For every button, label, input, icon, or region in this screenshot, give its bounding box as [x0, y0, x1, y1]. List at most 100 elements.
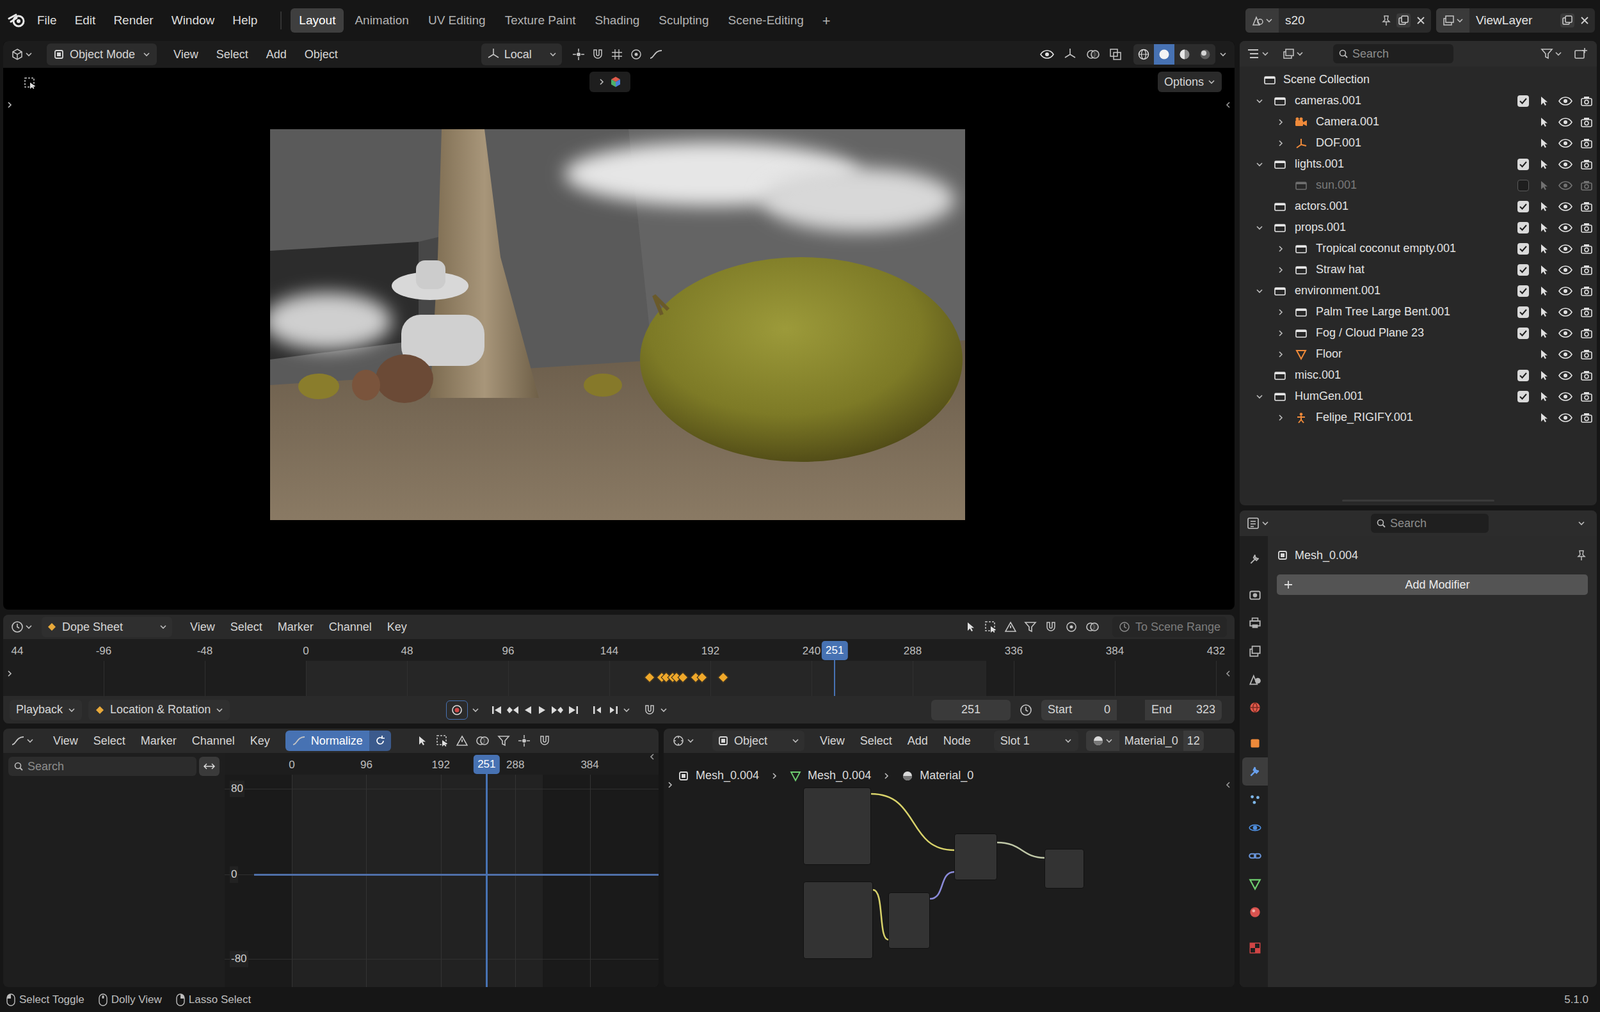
- scene-selector[interactable]: s20: [1245, 8, 1432, 33]
- menu-item[interactable]: View: [45, 730, 86, 753]
- pin-icon[interactable]: [1381, 14, 1392, 27]
- visibility-icon[interactable]: [1554, 180, 1576, 191]
- filter-icon[interactable]: [497, 734, 511, 748]
- data-tab-icon[interactable]: [1242, 870, 1268, 899]
- renderable-icon[interactable]: [1575, 369, 1597, 382]
- graph-area[interactable]: 096192288384800-80251: [224, 753, 659, 988]
- outliner-row[interactable]: Floor: [1239, 343, 1597, 365]
- menu-item[interactable]: View: [182, 616, 223, 639]
- mode-dropdown[interactable]: Object Mode: [46, 43, 157, 66]
- menu-item[interactable]: Marker: [133, 730, 185, 753]
- expand-arrow-icon[interactable]: [1248, 160, 1271, 169]
- outliner-search[interactable]: [1333, 44, 1454, 64]
- exclude-checkbox[interactable]: [1517, 285, 1529, 297]
- exclude-checkbox[interactable]: [1517, 327, 1529, 340]
- mesh-data-icon[interactable]: [789, 770, 802, 783]
- search-field[interactable]: [1390, 515, 1484, 533]
- selectable-icon[interactable]: [1533, 222, 1555, 234]
- box-select-icon[interactable]: [435, 734, 449, 748]
- outliner-row[interactable]: Felipe_RIGIFY.001: [1239, 407, 1597, 429]
- shader-node[interactable]: [954, 833, 998, 881]
- expand-arrow-icon[interactable]: [1248, 224, 1271, 232]
- menu-item[interactable]: Key: [379, 616, 415, 639]
- viewport-canvas[interactable]: Options: [3, 67, 1235, 610]
- selectable-icon[interactable]: [1533, 200, 1555, 213]
- separator-chevron-icon[interactable]: [882, 772, 891, 781]
- outliner-row[interactable]: props.001: [1239, 216, 1597, 239]
- visibility-icon[interactable]: [1554, 96, 1576, 107]
- selectable-icon[interactable]: [1533, 391, 1555, 403]
- visibility-icon[interactable]: [1554, 349, 1576, 360]
- shader-node[interactable]: [803, 787, 872, 866]
- visibility-icon[interactable]: [1554, 264, 1576, 276]
- editor-type-icon[interactable]: [1246, 47, 1282, 61]
- menu-item[interactable]: View: [164, 43, 208, 66]
- properties-search[interactable]: [1370, 513, 1489, 534]
- view-layer-selector[interactable]: ViewLayer: [1436, 8, 1595, 33]
- renderable-icon[interactable]: [1575, 264, 1597, 276]
- visibility-icon[interactable]: [1554, 117, 1576, 128]
- selectable-icon[interactable]: [1533, 327, 1555, 340]
- expand-arrow-icon[interactable]: [1269, 139, 1292, 148]
- output-tab-icon[interactable]: [1242, 609, 1268, 638]
- shader-node[interactable]: [1044, 849, 1085, 889]
- visibility-icon[interactable]: [1554, 138, 1576, 149]
- jump-forward-icon[interactable]: [607, 705, 619, 716]
- start-frame-field[interactable]: Start 0: [1041, 700, 1117, 721]
- menu-item[interactable]: Marker: [270, 616, 322, 639]
- selectable-icon[interactable]: [1533, 306, 1555, 319]
- exclude-checkbox[interactable]: [1517, 264, 1529, 276]
- exclude-checkbox[interactable]: [1517, 95, 1529, 107]
- menu-item[interactable]: File: [28, 7, 66, 34]
- outliner-row[interactable]: Palm Tree Large Bent.001: [1239, 301, 1597, 323]
- expand-arrow-icon[interactable]: [1248, 287, 1271, 296]
- blender-logo-icon[interactable]: [5, 8, 29, 32]
- renderable-icon[interactable]: [1575, 158, 1597, 171]
- visibility-icon[interactable]: [1554, 328, 1576, 339]
- warning-icon[interactable]: [1004, 621, 1017, 633]
- renderable-icon[interactable]: [1575, 327, 1597, 340]
- orientation-dropdown[interactable]: Local: [481, 43, 562, 66]
- outliner-row[interactable]: HumGen.001: [1239, 385, 1597, 408]
- snap-icon[interactable]: [538, 734, 552, 748]
- breadcrumb-item[interactable]: Mesh_0.004: [695, 767, 760, 785]
- pivot-icon[interactable]: [517, 734, 531, 748]
- selectable-icon[interactable]: [1533, 243, 1555, 255]
- menu-item[interactable]: Select: [222, 616, 271, 639]
- menu-item[interactable]: Window: [162, 7, 224, 34]
- editor-type-icon[interactable]: [10, 620, 42, 634]
- scene-collection-icon[interactable]: [1258, 74, 1281, 86]
- outliner-row[interactable]: DOF.001: [1239, 132, 1597, 154]
- mode-dropdown[interactable]: Dope Sheet: [41, 616, 173, 638]
- outliner-row[interactable]: environment.001: [1239, 280, 1597, 302]
- filter-icon[interactable]: [1540, 47, 1563, 61]
- keying-set-dropdown[interactable]: Location & Rotation: [88, 700, 230, 721]
- shader-type-dropdown[interactable]: Object: [712, 730, 805, 752]
- sidebar-toggle-icon[interactable]: [1224, 670, 1232, 678]
- renderable-icon[interactable]: [1575, 412, 1597, 424]
- channels-toggle-icon[interactable]: [5, 670, 14, 678]
- menu-item[interactable]: Key: [242, 730, 278, 753]
- workspace-tab[interactable]: Texture Paint: [496, 8, 585, 33]
- warning-icon[interactable]: [456, 735, 468, 747]
- slot-dropdown[interactable]: Slot 1: [993, 730, 1079, 752]
- play-icon[interactable]: [536, 705, 548, 716]
- visibility-icon[interactable]: [1554, 370, 1576, 381]
- menu-item[interactable]: Select: [852, 730, 900, 753]
- visibility-icon[interactable]: [1554, 391, 1576, 402]
- copy-icon[interactable]: [1396, 13, 1411, 28]
- current-frame-badge[interactable]: 251: [821, 641, 848, 661]
- menu-item[interactable]: Render: [104, 7, 162, 34]
- dope-sheet-timeline[interactable]: 44-96-4804896144192240288336384432251: [3, 639, 1235, 697]
- constraints-tab-icon[interactable]: [1242, 842, 1268, 871]
- filter-icon[interactable]: [1024, 620, 1037, 634]
- exclude-checkbox[interactable]: [1517, 222, 1529, 234]
- view-layer-browse-icon[interactable]: [1436, 8, 1470, 33]
- renderable-icon[interactable]: [1575, 243, 1597, 255]
- chevron-down-icon[interactable]: [622, 706, 631, 715]
- snap-icon[interactable]: [1044, 620, 1058, 634]
- menu-item[interactable]: Help: [223, 7, 267, 34]
- selectable-icon[interactable]: [1533, 158, 1555, 171]
- exclude-checkbox[interactable]: [1517, 243, 1529, 255]
- overlays-icon[interactable]: [1085, 620, 1100, 634]
